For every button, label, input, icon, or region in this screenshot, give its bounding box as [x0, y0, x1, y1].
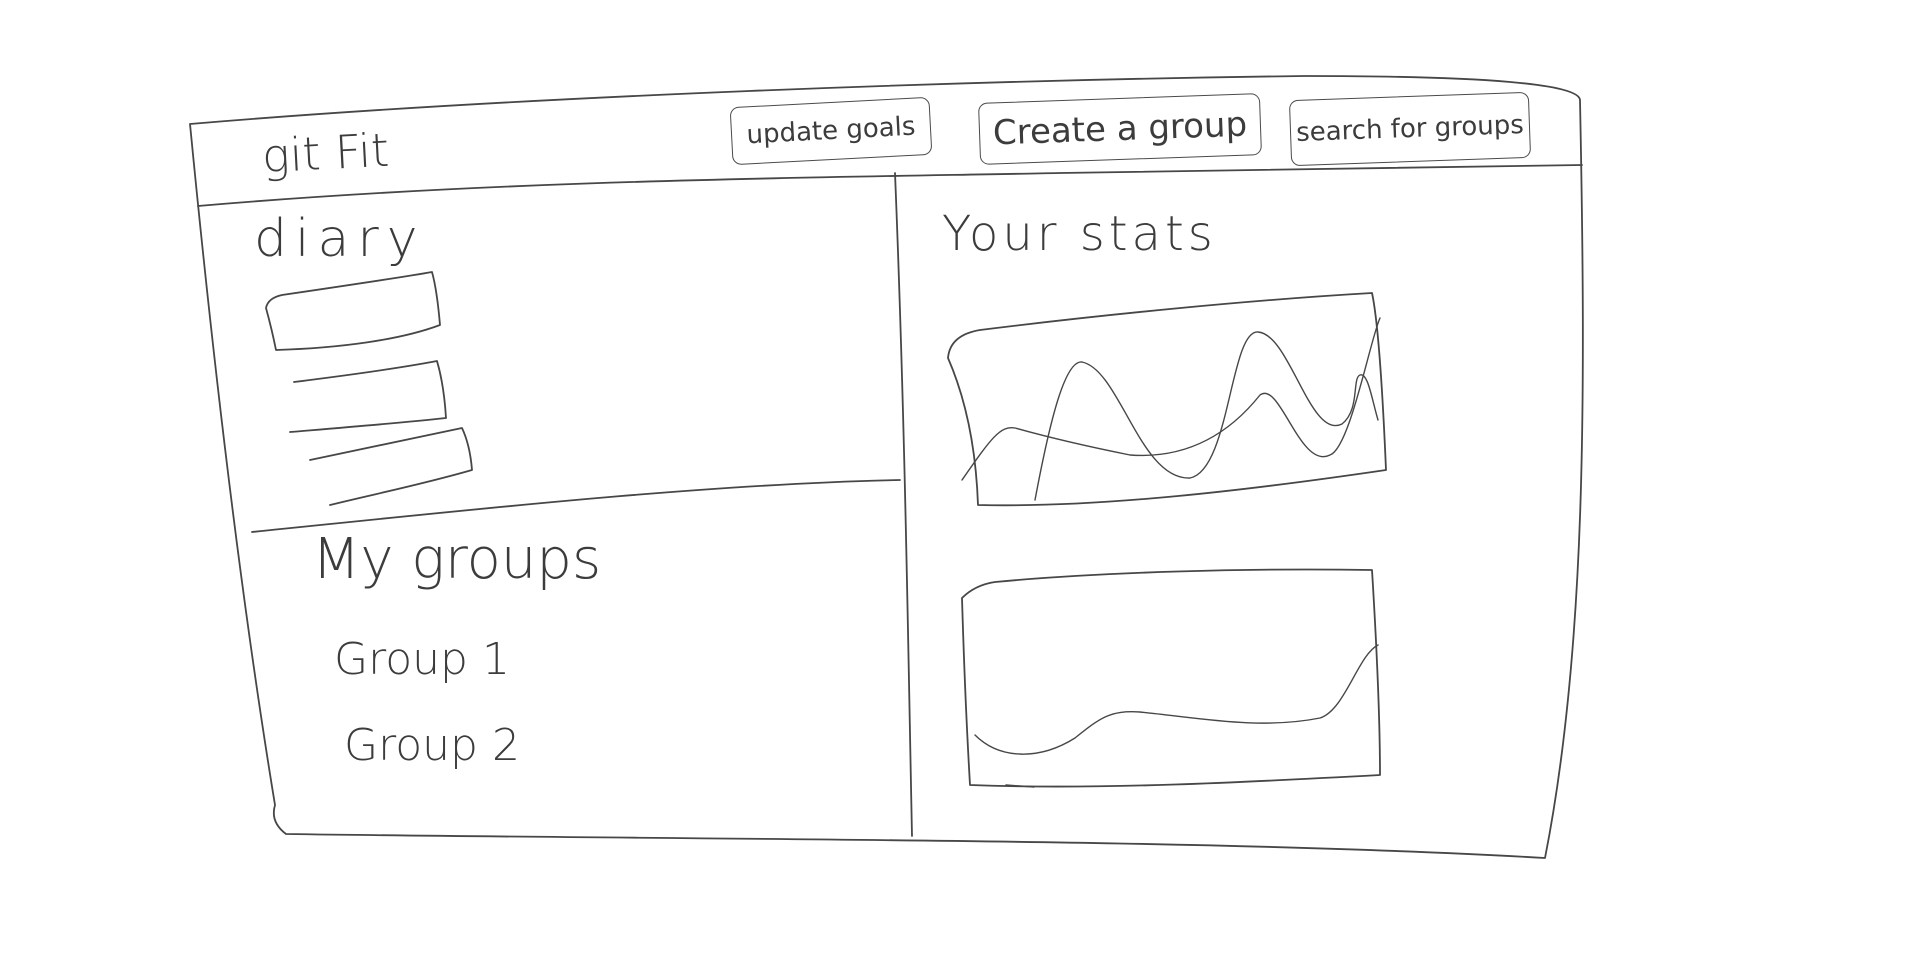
create-group-button[interactable]: Create a group [978, 93, 1262, 165]
stats-chart-2-line [974, 644, 1379, 755]
column-divider [894, 172, 913, 837]
my-groups-title: My groups [312, 527, 602, 592]
group-link[interactable]: Group 2 [344, 724, 520, 768]
stats-chart-1-line-1 [961, 317, 1381, 481]
section-divider [251, 479, 901, 533]
search-groups-button[interactable]: search for groups [1288, 91, 1532, 167]
stats-chart-1-frame [947, 292, 1387, 507]
update-goals-button[interactable]: update goals [729, 96, 933, 166]
diary-entry-card [289, 360, 447, 433]
group-link[interactable]: Group 1 [334, 638, 510, 682]
diary-title: diary [254, 209, 426, 269]
app-title: git Fit [260, 122, 391, 184]
stats-title: Your stats [942, 206, 1217, 262]
header-divider [197, 164, 1583, 207]
stats-chart-1-line-2 [1034, 331, 1379, 501]
diary-entry-card [265, 271, 441, 351]
diary-entry-card [309, 427, 473, 506]
